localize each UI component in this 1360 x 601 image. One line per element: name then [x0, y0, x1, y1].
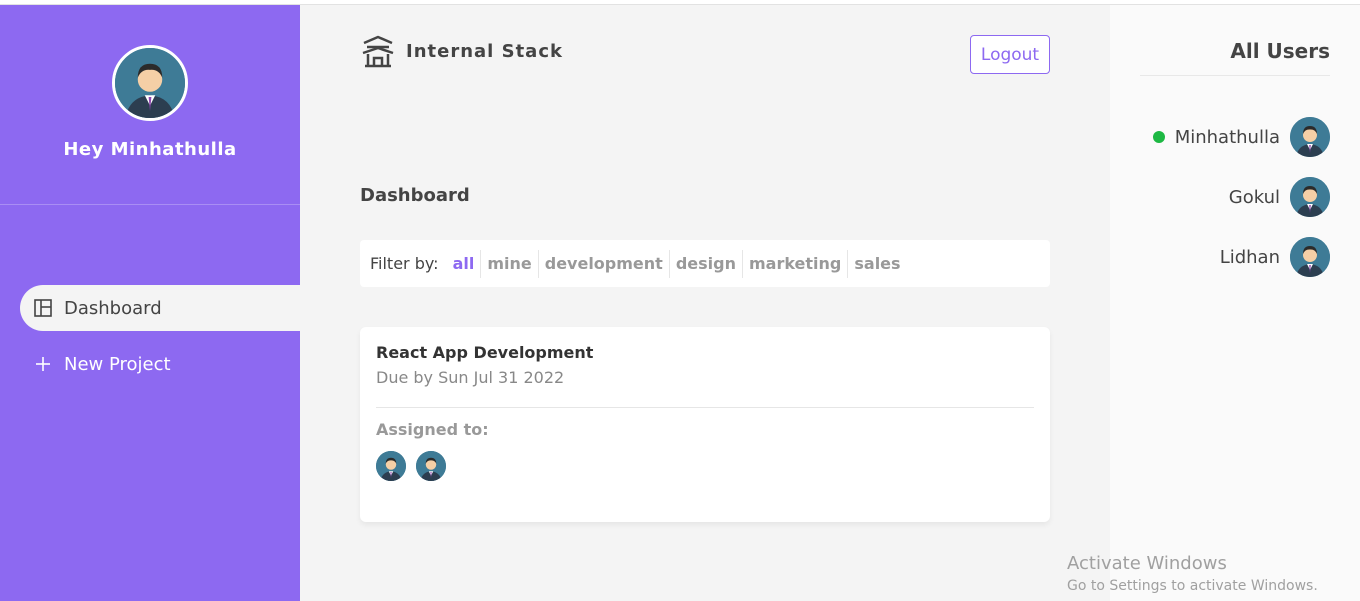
filter-mine[interactable]: mine: [481, 249, 539, 278]
user-name: Lidhan: [1219, 246, 1280, 268]
user-avatar: [112, 45, 188, 121]
logout-button[interactable]: Logout: [970, 35, 1050, 74]
assignee-list: [376, 451, 1034, 481]
user-item[interactable]: Gokul: [1229, 177, 1330, 217]
filter-marketing[interactable]: marketing: [743, 249, 849, 278]
project-filter: Filter by: all mine development design m…: [360, 240, 1050, 287]
dashboard-icon: [34, 299, 52, 317]
plus-icon: [34, 355, 52, 373]
assignee-avatar: [376, 451, 406, 481]
person-icon: [1290, 117, 1330, 157]
user-name: Gokul: [1228, 186, 1280, 208]
watermark-title: Activate Windows: [1067, 553, 1227, 574]
person-icon: [416, 451, 446, 481]
users-title: All Users: [1230, 39, 1330, 63]
user-avatar: [1290, 237, 1330, 277]
main-content: Internal Stack Logout Dashboard Filter b…: [300, 5, 1110, 601]
user-avatar: [1290, 177, 1330, 217]
user-item[interactable]: Minhathulla: [1152, 117, 1330, 157]
user-name: Minhathulla: [1174, 126, 1280, 148]
filter-development[interactable]: development: [539, 249, 670, 278]
user-item[interactable]: Lidhan: [1220, 237, 1330, 277]
users-panel: All Users Minhathulla Gokul Lidhan: [1110, 5, 1360, 601]
filter-design[interactable]: design: [670, 249, 743, 278]
nav-item-dashboard[interactable]: Dashboard: [20, 285, 300, 331]
person-icon: [115, 48, 185, 118]
person-icon: [1290, 177, 1330, 217]
filter-label: Filter by:: [370, 254, 439, 273]
users-divider: [1140, 75, 1330, 76]
sidebar: Hey Minhathulla Dashboard New Project: [0, 5, 300, 601]
project-card[interactable]: React App Development Due by Sun Jul 31 …: [360, 327, 1050, 522]
sidebar-nav: Dashboard New Project: [20, 285, 300, 397]
person-icon: [1290, 237, 1330, 277]
filter-sales[interactable]: sales: [848, 250, 906, 278]
filter-all[interactable]: all: [447, 249, 482, 278]
project-title: React App Development: [376, 343, 594, 362]
temple-icon: [362, 35, 394, 68]
watermark-subtitle: Go to Settings to activate Windows.: [1067, 578, 1318, 594]
assigned-label: Assigned to:: [376, 420, 489, 439]
page-title: Dashboard: [360, 185, 470, 206]
brand: Internal Stack: [360, 33, 563, 69]
user-avatar: [1290, 117, 1330, 157]
greeting-text: Hey Minhathulla: [63, 139, 237, 160]
online-status-dot: [1152, 131, 1165, 143]
person-icon: [376, 451, 406, 481]
windows-activation-watermark: Activate Windows Go to Settings to activ…: [1067, 553, 1318, 594]
nav-item-label: New Project: [64, 353, 171, 375]
nav-item-new-project[interactable]: New Project: [20, 341, 300, 387]
project-due-date: Due by Sun Jul 31 2022: [376, 368, 565, 387]
nav-item-label: Dashboard: [64, 297, 162, 319]
assignee-avatar: [416, 451, 446, 481]
card-divider: [376, 407, 1034, 408]
brand-name: Internal Stack: [406, 40, 563, 62]
sidebar-user-section: Hey Minhathulla: [0, 5, 300, 205]
